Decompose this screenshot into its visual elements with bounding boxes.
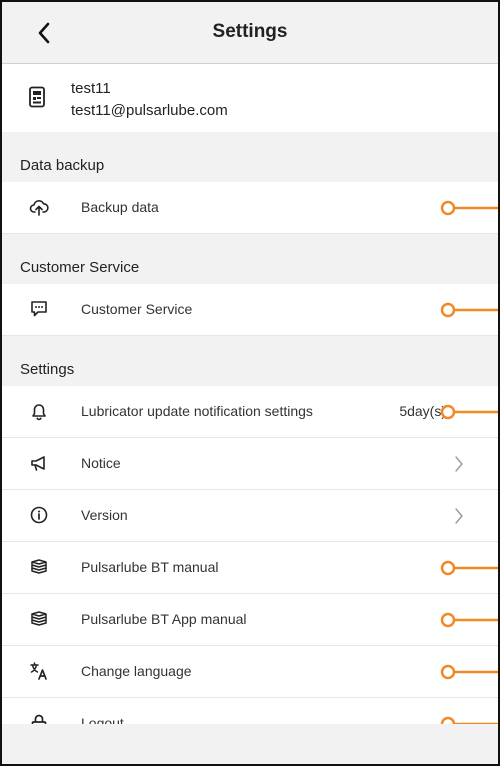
- id-card-icon: [28, 86, 46, 113]
- bell-icon: [29, 401, 49, 421]
- annotation-marker: [440, 404, 498, 420]
- book-icon: [29, 557, 49, 577]
- section-header-settings: Settings: [2, 354, 498, 386]
- backup-data-label: Backup data: [81, 199, 159, 215]
- bt-app-manual-row[interactable]: Pulsarlube BT App manual: [2, 594, 498, 646]
- notice-label: Notice: [81, 455, 121, 471]
- user-name: test11: [71, 80, 111, 97]
- bt-manual-row[interactable]: Pulsarlube BT manual: [2, 542, 498, 594]
- notice-row[interactable]: Notice: [2, 438, 498, 490]
- customer-service-row[interactable]: Customer Service: [2, 284, 498, 336]
- change-language-row[interactable]: Change language: [2, 646, 498, 698]
- version-label: Version: [81, 507, 128, 523]
- notification-interval-value: 5day(s): [399, 403, 446, 419]
- section-header-customer-service: Customer Service: [2, 252, 498, 284]
- annotation-marker: [440, 664, 498, 680]
- backup-data-row[interactable]: Backup data: [2, 182, 498, 234]
- notification-settings-label: Lubricator update notification settings: [81, 403, 313, 419]
- header: Settings: [2, 2, 498, 64]
- megaphone-icon: [29, 453, 49, 473]
- cloud-upload-icon: [29, 197, 49, 217]
- bottom-spacer: [2, 724, 498, 764]
- customer-service-label: Customer Service: [81, 301, 193, 317]
- section-header-data-backup: Data backup: [2, 150, 498, 182]
- book-icon: [29, 609, 49, 629]
- notification-settings-row[interactable]: Lubricator update notification settings …: [2, 386, 498, 438]
- chat-icon: [29, 299, 49, 319]
- annotation-marker: [440, 612, 498, 628]
- spacer: [2, 234, 498, 252]
- spacer: [2, 132, 498, 150]
- spacer: [2, 336, 498, 354]
- settings-screen: Settings test11 test11@pulsarlube.com Da…: [0, 0, 500, 766]
- bt-manual-label: Pulsarlube BT manual: [81, 559, 219, 575]
- chevron-right-icon: [455, 456, 463, 472]
- user-profile: test11 test11@pulsarlube.com: [2, 64, 498, 132]
- user-email: test11@pulsarlube.com: [71, 102, 228, 119]
- annotation-marker: [440, 560, 498, 576]
- change-language-label: Change language: [81, 663, 192, 679]
- chevron-right-icon: [455, 508, 463, 524]
- bt-app-manual-label: Pulsarlube BT App manual: [81, 611, 247, 627]
- annotation-marker: [440, 200, 498, 216]
- version-row[interactable]: Version: [2, 490, 498, 542]
- info-icon: [29, 505, 49, 525]
- annotation-marker: [440, 302, 498, 318]
- page-title: Settings: [212, 21, 288, 42]
- translate-icon: [29, 661, 49, 681]
